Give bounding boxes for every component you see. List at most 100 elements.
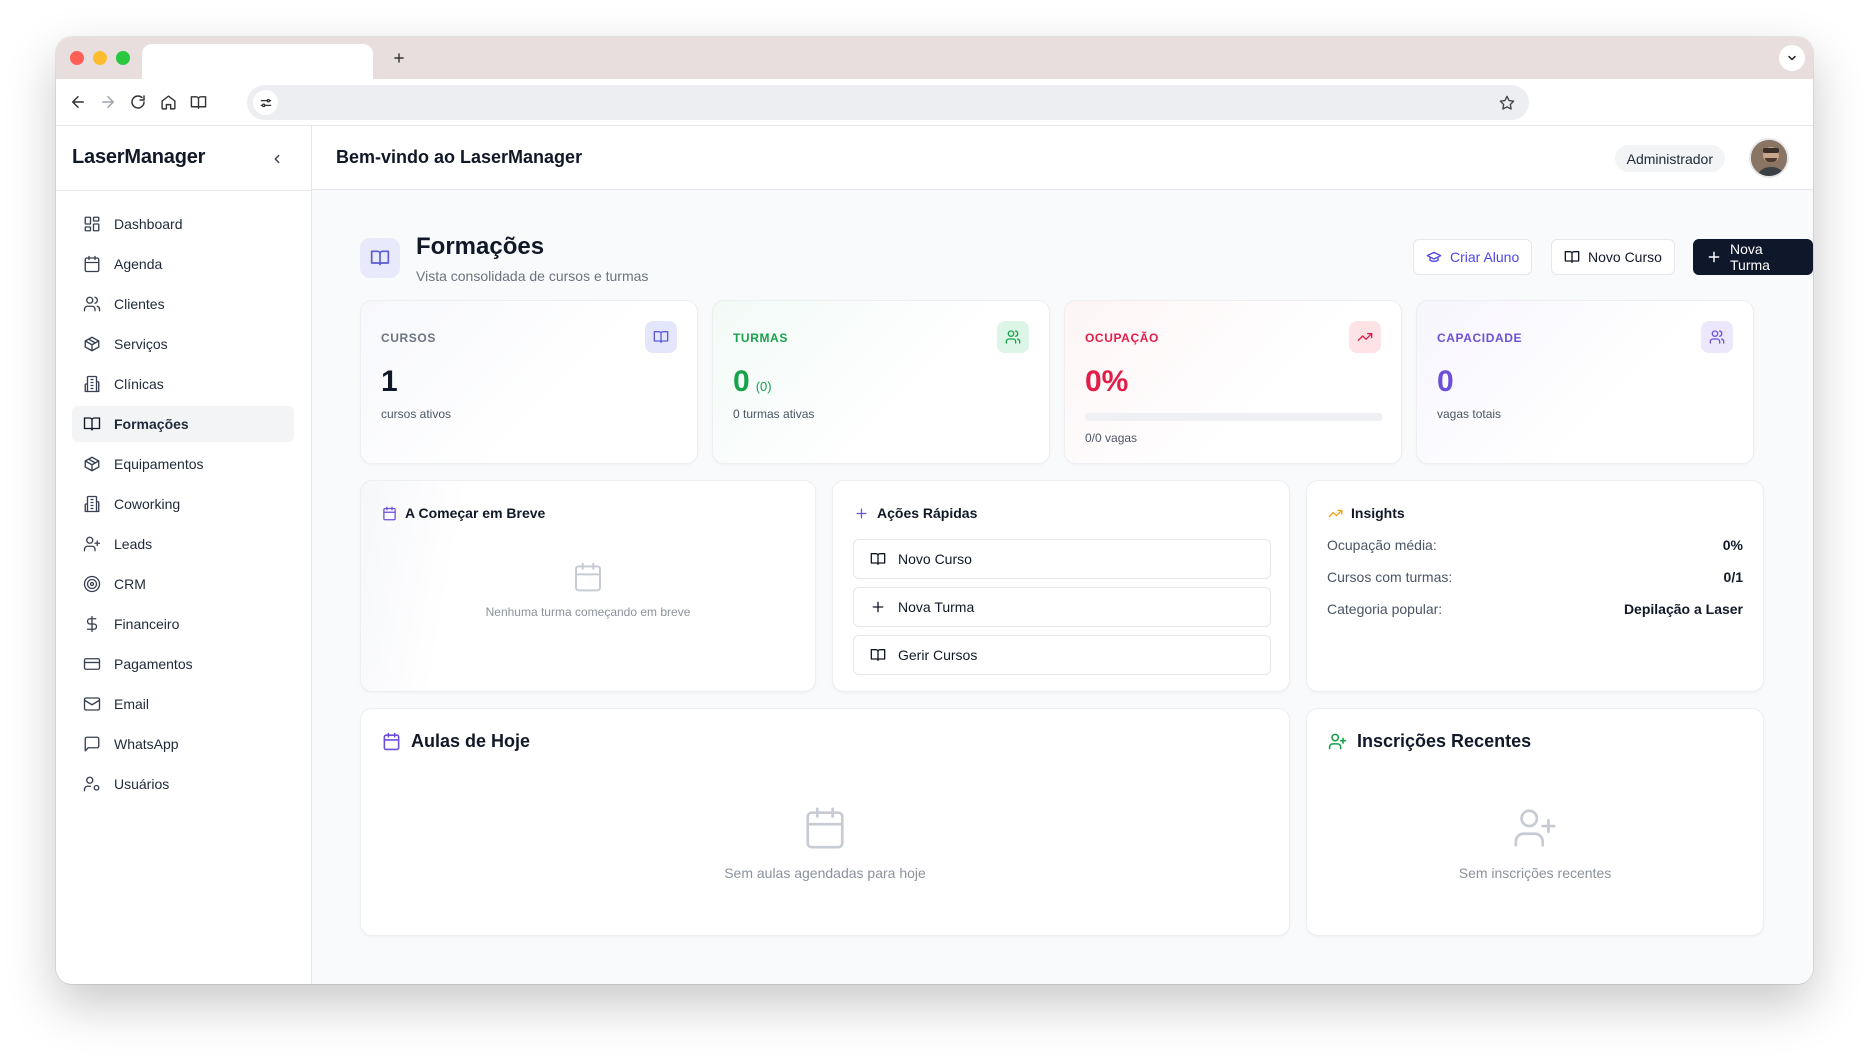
sidebar-item-whatsapp[interactable]: WhatsApp <box>72 726 294 762</box>
home-icon <box>160 94 176 110</box>
insight-key: Cursos com turmas: <box>1327 569 1453 585</box>
maximize-window-button[interactable] <box>116 51 130 65</box>
plus-icon <box>870 599 886 615</box>
sidebar-item-clientes[interactable]: Clientes <box>72 286 294 322</box>
quick-action-gerir-cursos[interactable]: Gerir Cursos <box>853 635 1271 675</box>
stat-description: 0/0 vagas <box>1085 431 1138 445</box>
book-open-icon <box>870 647 886 663</box>
sidebar-item-clinicas[interactable]: Clínicas <box>72 366 294 402</box>
close-window-button[interactable] <box>70 51 84 65</box>
insight-value: Depilação a Laser <box>1623 601 1743 617</box>
calendar-icon <box>381 505 397 521</box>
reading-mode-button[interactable] <box>187 91 209 113</box>
forward-button[interactable] <box>97 91 119 113</box>
book-icon <box>190 95 206 109</box>
sidebar-item-usuarios[interactable]: Usuários <box>72 766 294 802</box>
page-title: Formações <box>416 233 545 260</box>
panel-a-comecar-em-breve: A Começar em Breve Nenhuma turma começan… <box>360 480 816 692</box>
empty-state: Nenhuma turma começando em breve <box>361 561 815 619</box>
target-icon <box>82 574 102 594</box>
sidebar-item-crm[interactable]: CRM <box>72 566 294 602</box>
browser-tab[interactable] <box>142 44 373 79</box>
insight-row: Ocupação média: 0% <box>1327 537 1743 557</box>
panel-title: A Começar em Breve <box>381 505 545 521</box>
sidebar-item-email[interactable]: Email <box>72 686 294 722</box>
main-content: Formações Vista consolidada de cursos e … <box>312 190 1813 984</box>
avatar[interactable] <box>1749 138 1789 178</box>
sidebar-item-pagamentos[interactable]: Pagamentos <box>72 646 294 682</box>
site-info-button[interactable] <box>253 90 278 115</box>
insight-row: Cursos com turmas: 0/1 <box>1327 569 1743 589</box>
sidebar-item-equipamentos[interactable]: Equipamentos <box>72 446 294 482</box>
app-header: Bem-vindo ao LaserManager Administrador <box>312 126 1813 190</box>
new-tab-button[interactable] <box>386 45 412 71</box>
empty-state-text: Nenhuma turma começando em breve <box>485 605 691 619</box>
bookmark-button[interactable] <box>1497 93 1517 113</box>
panel-inscricoes-recentes: Inscrições Recentes Sem inscrições recen… <box>1306 708 1764 936</box>
plus-icon <box>853 505 869 521</box>
sidebar-item-coworking[interactable]: Coworking <box>72 486 294 522</box>
book-open-icon <box>645 321 677 353</box>
chevron-down-icon <box>1788 55 1796 61</box>
stat-card-turmas: TURMAS 0 (0) 0 turmas ativas <box>712 300 1050 464</box>
sidebar-item-label: Usuários <box>114 776 170 792</box>
sidebar-item-financeiro[interactable]: Financeiro <box>72 606 294 642</box>
panel-title: Ações Rápidas <box>853 505 977 521</box>
nova-turma-button[interactable]: Nova Turma <box>1693 239 1813 275</box>
user-plus-icon <box>82 534 102 554</box>
book-open-icon <box>82 414 102 434</box>
stat-card-ocupacao: OCUPAÇÃO 0% 0/0 vagas <box>1064 300 1402 464</box>
stat-value: 0 (0) <box>733 365 772 399</box>
plus-icon <box>1706 249 1722 265</box>
tab-search-button[interactable] <box>1779 45 1805 71</box>
welcome-title: Bem-vindo ao LaserManager <box>336 147 583 167</box>
stat-label: CURSOS <box>381 331 436 345</box>
home-button[interactable] <box>157 91 179 113</box>
occupancy-progress-bar <box>1085 413 1383 421</box>
panel-title-text: A Começar em Breve <box>405 505 546 521</box>
quick-action-label: Novo Curso <box>898 551 972 567</box>
sidebar-item-label: Pagamentos <box>114 656 193 672</box>
novo-curso-button[interactable]: Novo Curso <box>1551 239 1675 275</box>
empty-state: Sem aulas agendadas para hoje <box>361 805 1289 881</box>
sidebar-item-agenda[interactable]: Agenda <box>72 246 294 282</box>
tab-strip <box>56 37 1813 79</box>
sidebar-item-label: Serviços <box>114 336 168 352</box>
sidebar-item-servicos[interactable]: Serviços <box>72 326 294 362</box>
quick-action-nova-turma[interactable]: Nova Turma <box>853 587 1271 627</box>
panel-title-text: Insights <box>1351 505 1405 521</box>
mail-icon <box>82 694 102 714</box>
sidebar-item-label: Email <box>114 696 150 712</box>
sidebar-item-label: WhatsApp <box>114 736 179 752</box>
building-icon <box>82 374 102 394</box>
role-badge: Administrador <box>1614 145 1725 172</box>
users-icon <box>82 294 102 314</box>
panel-title: Inscrições Recentes <box>1327 731 1531 752</box>
sidebar-item-leads[interactable]: Leads <box>72 526 294 562</box>
back-button[interactable] <box>67 91 89 113</box>
sidebar-item-dashboard[interactable]: Dashboard <box>72 206 294 242</box>
graduation-cap-icon <box>1426 249 1442 265</box>
stat-value: 1 <box>381 365 398 398</box>
quick-action-novo-curso[interactable]: Novo Curso <box>853 539 1271 579</box>
stat-label: CAPACIDADE <box>1437 331 1523 345</box>
brand-logo[interactable]: LaserManager <box>72 146 205 169</box>
sidebar-item-label: Clientes <box>114 296 165 312</box>
quick-action-label: Gerir Cursos <box>898 647 978 663</box>
credit-card-icon <box>82 654 102 674</box>
criar-aluno-button[interactable]: Criar Aluno <box>1413 239 1533 275</box>
trending-up-icon <box>1349 321 1381 353</box>
app-root: LaserManager Dashboard Agenda Clientes S… <box>56 126 1813 984</box>
reload-button[interactable] <box>127 91 149 113</box>
criar-aluno-label: Criar Aluno <box>1450 249 1520 265</box>
sidebar-item-formacoes[interactable]: Formações <box>72 406 294 442</box>
layout-grid-icon <box>82 214 102 234</box>
address-bar[interactable] <box>247 85 1529 120</box>
collapse-sidebar-button[interactable] <box>266 148 288 170</box>
sidebar-divider <box>56 190 312 191</box>
minimize-window-button[interactable] <box>93 51 107 65</box>
book-open-icon <box>1564 249 1580 265</box>
user-cog-icon <box>82 774 102 794</box>
sidebar-item-label: Leads <box>114 536 153 552</box>
dollar-icon <box>82 614 102 634</box>
